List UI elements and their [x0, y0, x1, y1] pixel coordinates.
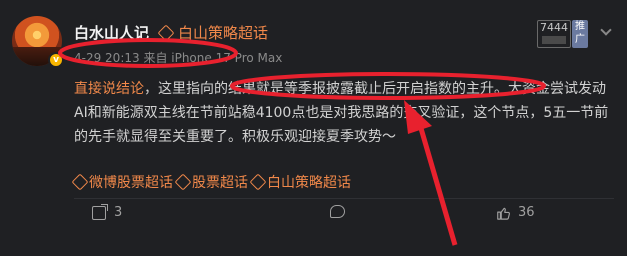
user-topic-link[interactable]: 白山策略超话: [157, 22, 269, 43]
supertopic-icon: [174, 173, 192, 191]
comment-icon: [330, 205, 345, 218]
post-meta: 4-29 20:13 来自 iPhone 17 Pro Max: [74, 51, 283, 65]
comment-button[interactable]: [330, 205, 353, 218]
share-icon: [92, 203, 108, 220]
like-count: 36: [518, 205, 535, 220]
topic-tag-label: 白山策略超话: [267, 175, 351, 191]
post-lead-link[interactable]: 直接说结论: [74, 81, 144, 97]
follow-bar-icon: [542, 36, 566, 44]
topic-tag[interactable]: 微博股票超话: [71, 172, 173, 192]
share-count: 3: [114, 205, 123, 220]
topic-tag-label: 股票超话: [192, 175, 248, 191]
post-text: ，这里指向的结果就是等季报披露截止后开启指数的主升。大资金尝试发动AI和新能源双…: [74, 81, 609, 145]
like-button[interactable]: 36: [496, 205, 535, 220]
follow-count-box[interactable]: 7444: [537, 20, 571, 48]
share-button[interactable]: 3: [92, 203, 123, 220]
promotion-tag[interactable]: 推广: [572, 20, 588, 48]
topic-tag-label: 微博股票超话: [89, 175, 173, 191]
more-chevron-icon[interactable]: [600, 24, 612, 36]
user-topic-label: 白山策略超话: [178, 24, 269, 42]
weibo-post-card: v 白水山人记 白山策略超话 4-29 20:13 来自 iPhone 17 P…: [0, 0, 627, 256]
topic-tag[interactable]: 股票超话: [174, 172, 248, 192]
verified-badge-icon: v: [48, 52, 64, 68]
supertopic-icon: [249, 173, 267, 191]
topic-tag[interactable]: 白山策略超话: [249, 172, 351, 192]
follow-count: 7444: [540, 21, 568, 34]
thumbs-up-icon: [497, 207, 510, 220]
user-name[interactable]: 白水山人记: [74, 22, 149, 43]
topic-tags: 微博股票超话 股票超话 白山策略超话: [71, 172, 351, 192]
supertopic-icon: [157, 24, 175, 41]
divider: [74, 198, 614, 199]
supertopic-icon: [71, 173, 89, 191]
post-content: 直接说结论，这里指向的结果就是等季报披露截止后开启指数的主升。大资金尝试发动AI…: [74, 77, 619, 149]
